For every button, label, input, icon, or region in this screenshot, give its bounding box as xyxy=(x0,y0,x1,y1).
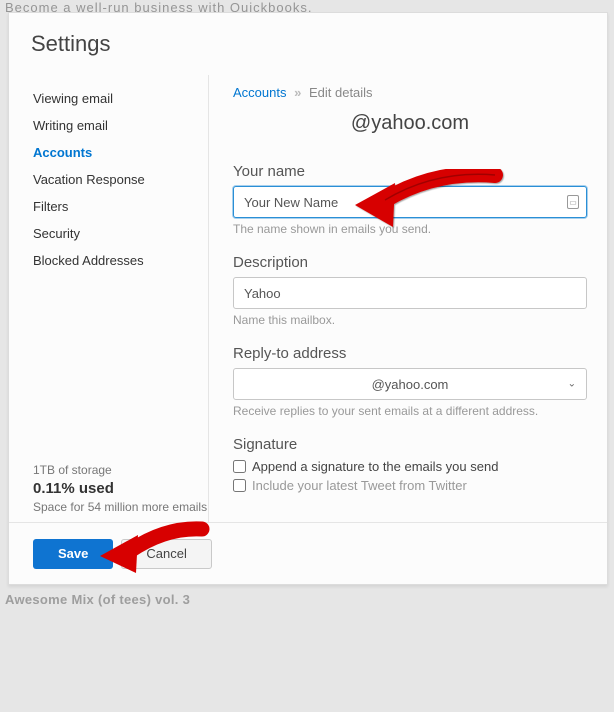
sidebar-item-viewing-email[interactable]: Viewing email xyxy=(33,85,208,112)
storage-used: 0.11% used xyxy=(33,480,207,497)
settings-sidebar: Viewing email Writing email Accounts Vac… xyxy=(9,75,209,522)
breadcrumb-leaf: Edit details xyxy=(309,85,373,100)
sidebar-list: Viewing email Writing email Accounts Vac… xyxy=(33,85,208,274)
name-hint: The name shown in emails you send. xyxy=(233,222,587,236)
sidebar-item-filters[interactable]: Filters xyxy=(33,193,208,220)
reply-to-hint: Receive replies to your sent emails at a… xyxy=(233,404,587,418)
sidebar-item-vacation-response[interactable]: Vacation Response xyxy=(33,166,208,193)
account-email: @yahoo.com xyxy=(233,112,587,135)
cancel-button[interactable]: Cancel xyxy=(121,539,211,569)
sidebar-item-blocked-addresses[interactable]: Blocked Addresses xyxy=(33,247,208,274)
reply-to-select[interactable]: @yahoo.com ⌄ xyxy=(233,368,587,400)
description-label: Description xyxy=(233,254,587,271)
signature-tweet-row[interactable]: Include your latest Tweet from Twitter xyxy=(233,478,587,493)
sidebar-item-security[interactable]: Security xyxy=(33,220,208,247)
reply-to-value: @yahoo.com xyxy=(372,377,449,392)
storage-total: 1TB of storage xyxy=(33,463,207,477)
breadcrumb-separator-icon: » xyxy=(294,85,301,100)
description-input[interactable] xyxy=(233,277,587,309)
breadcrumb: Accounts » Edit details xyxy=(233,85,587,100)
page-title: Settings xyxy=(9,13,607,75)
signature-append-checkbox[interactable] xyxy=(233,460,246,473)
description-hint: Name this mailbox. xyxy=(233,313,587,327)
signature-append-text: Append a signature to the emails you sen… xyxy=(252,459,498,474)
settings-content: Accounts » Edit details @yahoo.com Your … xyxy=(209,75,607,522)
signature-tweet-checkbox[interactable] xyxy=(233,479,246,492)
background-ad-bottom: Awesome Mix (of tees) vol. 3 xyxy=(5,592,190,607)
storage-info: 1TB of storage 0.11% used Space for 54 m… xyxy=(33,463,207,514)
save-button[interactable]: Save xyxy=(33,539,113,569)
sidebar-item-writing-email[interactable]: Writing email xyxy=(33,112,208,139)
contact-card-icon[interactable]: ▭ xyxy=(567,195,579,209)
reply-to-label: Reply-to address xyxy=(233,345,587,362)
your-name-input[interactable] xyxy=(233,186,587,218)
panel-footer: Save Cancel xyxy=(9,522,607,584)
name-label: Your name xyxy=(233,163,587,180)
signature-tweet-text: Include your latest Tweet from Twitter xyxy=(252,478,467,493)
signature-label: Signature xyxy=(233,436,587,453)
chevron-down-icon: ⌄ xyxy=(568,379,576,390)
storage-remaining: Space for 54 million more emails xyxy=(33,500,207,514)
settings-panel: Settings Viewing email Writing email Acc… xyxy=(8,12,608,585)
signature-append-row[interactable]: Append a signature to the emails you sen… xyxy=(233,459,587,474)
breadcrumb-accounts[interactable]: Accounts xyxy=(233,85,286,100)
sidebar-item-accounts[interactable]: Accounts xyxy=(33,139,208,166)
